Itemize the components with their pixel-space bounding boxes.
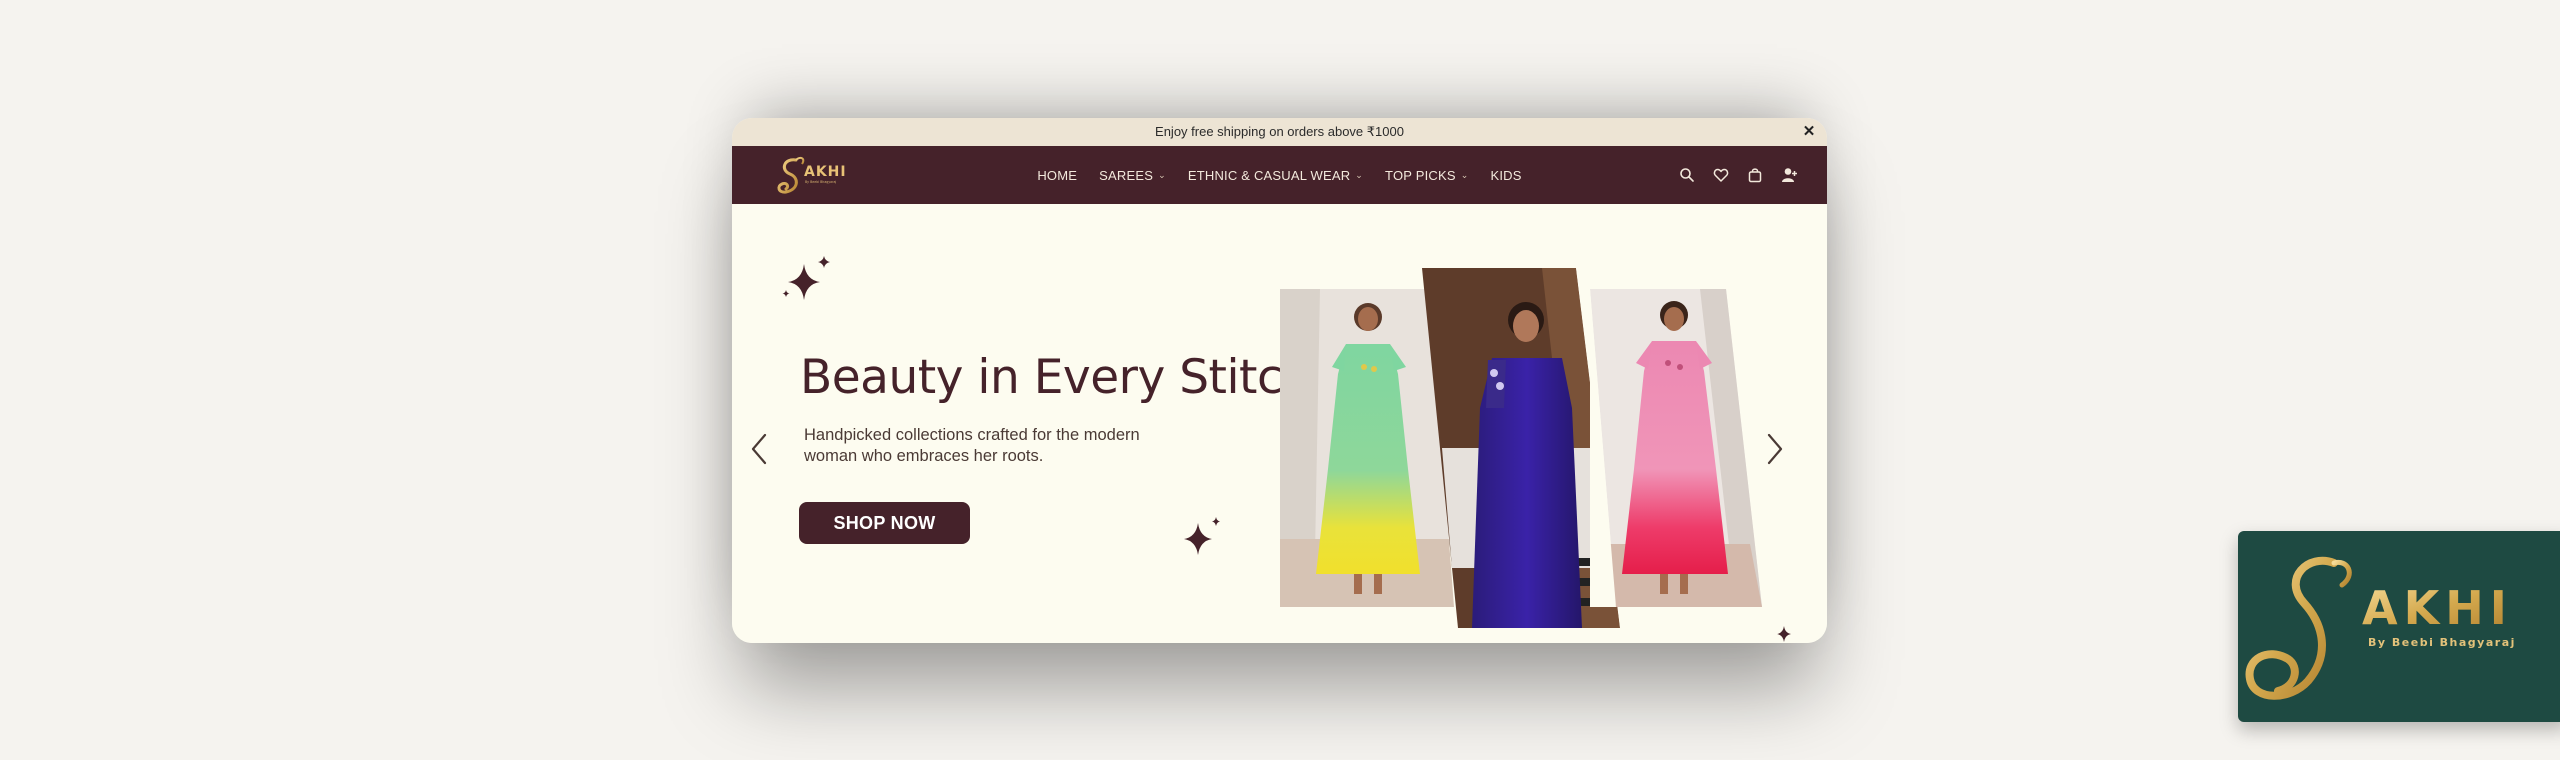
sparkle-icon <box>1184 517 1220 555</box>
chevron-right-icon[interactable] <box>1762 432 1786 466</box>
shop-now-button[interactable]: SHOP NOW <box>799 502 970 544</box>
hero-subtitle: Handpicked collections crafted for the m… <box>804 426 1140 465</box>
badge-tagline: By Beebi Bhagyaraj <box>2368 636 2516 649</box>
nav-item-label: KIDS <box>1490 167 1522 183</box>
chevron-down-icon: ⌄ <box>1158 169 1166 180</box>
product-image-pink-dress[interactable] <box>1590 289 1762 607</box>
nav-menu: HOME SAREES ⌄ ETHNIC & CASUAL WEAR ⌄ TOP… <box>732 146 1827 204</box>
nav-icon-group <box>1679 146 1797 204</box>
sakhi-badge-logo: AKHI By Beebi Bhagyaraj <box>2245 557 2516 700</box>
sparkle-icon <box>1777 626 1791 642</box>
announcement-bar: Enjoy free shipping on orders above ₹100… <box>732 118 1827 146</box>
nav-item-sarees[interactable]: SAREES ⌄ <box>1099 168 1166 183</box>
nav-item-label: HOME <box>1037 167 1078 183</box>
nav-item-label: ETHNIC & CASUAL WEAR <box>1187 167 1351 183</box>
bag-icon[interactable] <box>1747 167 1763 183</box>
website-mockup: Enjoy free shipping on orders above ₹100… <box>732 118 1827 643</box>
hero-banner: Beauty in Every Stitch Handpicked collec… <box>732 204 1827 643</box>
nav-item-ethnic-casual-wear[interactable]: ETHNIC & CASUAL WEAR ⌄ <box>1188 168 1363 183</box>
nav-item-home[interactable]: HOME <box>1037 168 1077 183</box>
announcement-text: Enjoy free shipping on orders above ₹100… <box>1155 124 1404 139</box>
chevron-left-icon[interactable] <box>748 432 772 466</box>
brand-badge: AKHI By Beebi Bhagyaraj <box>2238 531 2560 722</box>
nav-item-kids[interactable]: KIDS <box>1490 168 1521 183</box>
user-icon[interactable] <box>1781 167 1797 183</box>
heart-icon[interactable] <box>1713 167 1729 183</box>
hero-title: Beauty in Every Stitch <box>800 350 1312 405</box>
search-icon[interactable] <box>1679 167 1695 183</box>
nav-item-top-picks[interactable]: TOP PICKS ⌄ <box>1385 168 1468 183</box>
sparkle-icon <box>782 256 830 300</box>
close-icon[interactable]: ✕ <box>1799 122 1819 142</box>
badge-wordmark: AKHI <box>2362 581 2513 635</box>
main-navbar: AKHI By Beebi Bhagyaraj HOME SAREES ⌄ ET… <box>732 146 1827 204</box>
chevron-down-icon: ⌄ <box>1460 169 1469 180</box>
nav-item-label: TOP PICKS <box>1385 167 1456 183</box>
chevron-down-icon: ⌄ <box>1355 169 1364 180</box>
nav-item-label: SAREES <box>1099 167 1154 183</box>
